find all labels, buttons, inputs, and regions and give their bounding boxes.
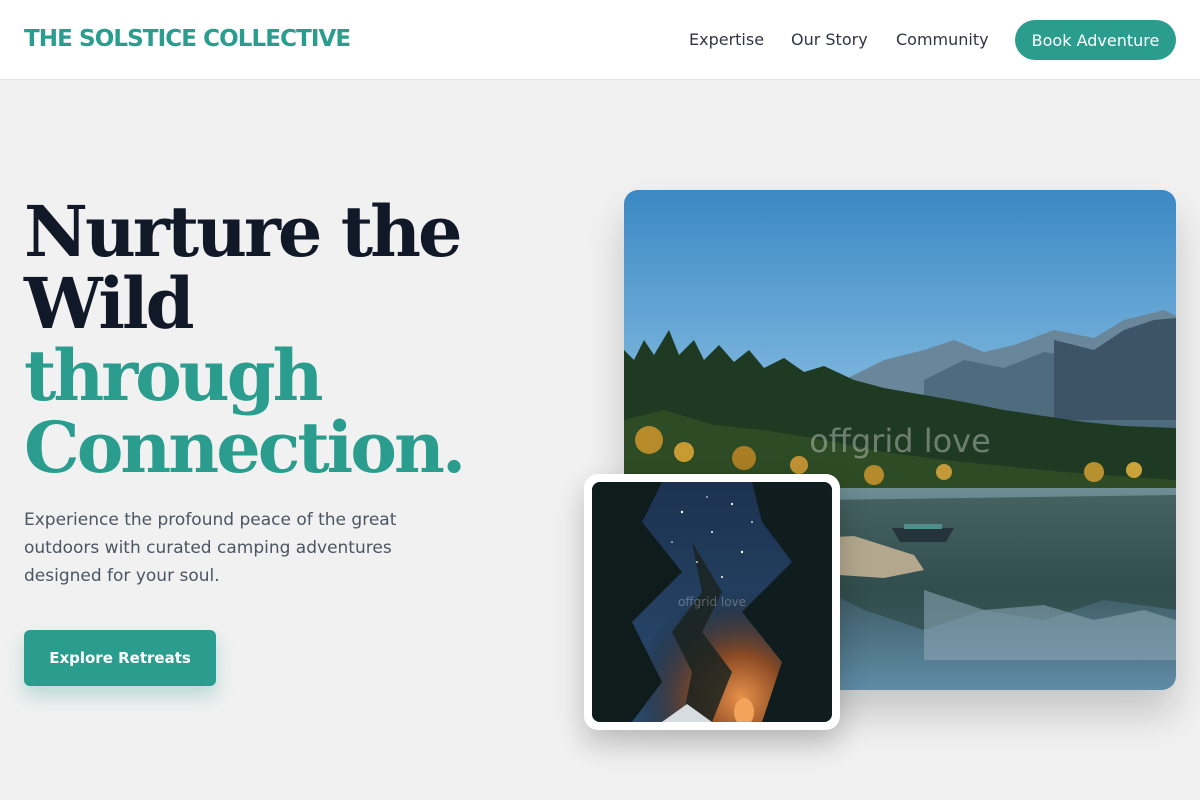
top-navigation-bar: THE SOLSTICE COLLECTIVE Expertise Our St… [0, 0, 1200, 80]
campfire-night-photo: offgrid love [592, 482, 832, 722]
nav-link-community[interactable]: Community [896, 30, 989, 49]
hero-description: Experience the profound peace of the gre… [24, 510, 397, 586]
headline-line-2: Wild [24, 262, 195, 345]
nav-link-expertise[interactable]: Expertise [689, 30, 764, 49]
hero-headline: Nurture the Wild through Connection. [24, 190, 466, 489]
campfire-night-photo-frame: offgrid love [584, 474, 840, 730]
headline-line-3: through [24, 334, 324, 417]
book-adventure-button[interactable]: Book Adventure [1015, 20, 1176, 60]
explore-retreats-button[interactable]: Explore Retreats [24, 630, 216, 686]
main-photo-watermark: offgrid love [809, 422, 991, 460]
nav-link-our-story[interactable]: Our Story [791, 30, 868, 49]
headline-line-1: Nurture the [24, 190, 463, 273]
brand-logo-text[interactable]: THE SOLSTICE COLLECTIVE [24, 26, 351, 52]
small-photo-watermark: offgrid love [678, 595, 746, 609]
headline-line-4: Connection. [24, 406, 466, 489]
